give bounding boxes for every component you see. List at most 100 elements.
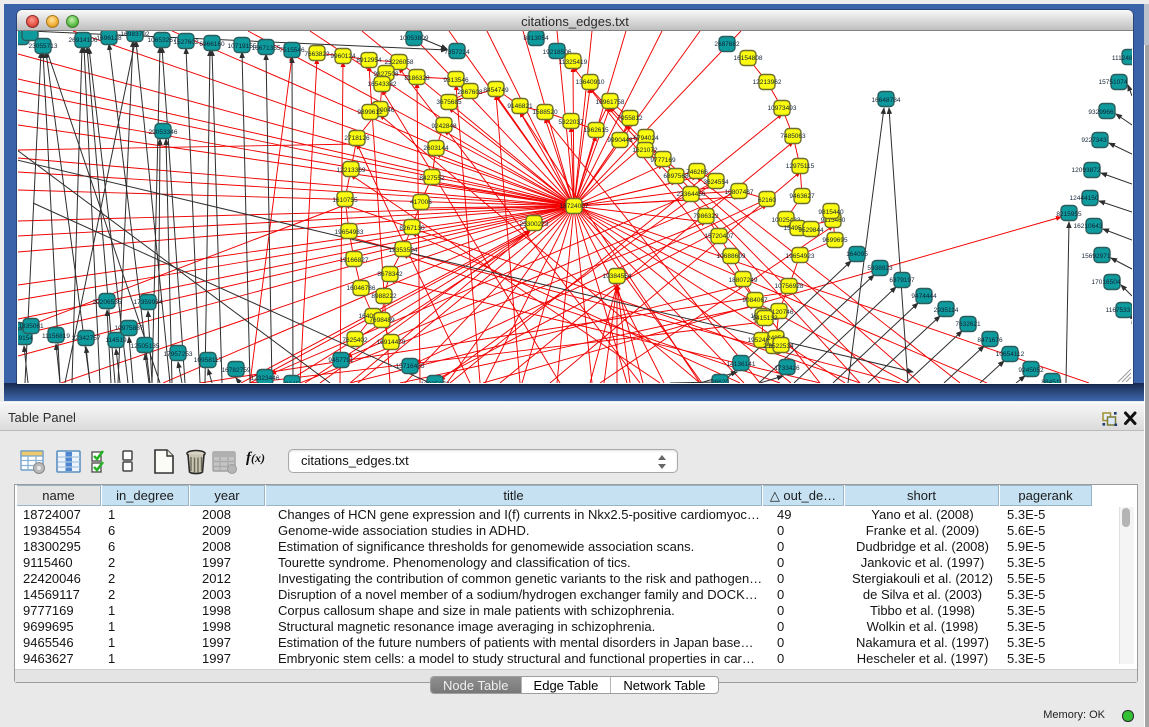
svg-text:10688609: 10688609 bbox=[717, 253, 746, 260]
svg-text:10053809: 10053809 bbox=[400, 35, 429, 42]
svg-text:746266: 746266 bbox=[686, 169, 708, 176]
svg-text:39154: 39154 bbox=[18, 335, 33, 342]
svg-text:8912954: 8912954 bbox=[356, 57, 382, 64]
svg-text:7357224: 7357224 bbox=[444, 49, 470, 56]
svg-text:8454749: 8454749 bbox=[483, 87, 509, 94]
svg-text:8427552: 8427552 bbox=[419, 175, 445, 182]
svg-text:9146821: 9146821 bbox=[507, 103, 533, 110]
svg-text:9960124: 9960124 bbox=[330, 53, 356, 60]
svg-text:12323446: 12323446 bbox=[251, 375, 280, 382]
svg-text:884511: 884511 bbox=[1041, 379, 1063, 383]
svg-text:1733426: 1733426 bbox=[774, 365, 800, 372]
svg-text:10756928: 10756928 bbox=[775, 283, 804, 290]
svg-text:14136141: 14136141 bbox=[727, 361, 756, 368]
svg-text:8988222: 8988222 bbox=[371, 293, 397, 300]
svg-text:16648784: 16648784 bbox=[872, 97, 901, 104]
svg-text:417006: 417006 bbox=[410, 199, 432, 206]
svg-text:10654112: 10654112 bbox=[996, 351, 1025, 358]
svg-text:8215955: 8215955 bbox=[1056, 211, 1082, 218]
svg-text:20206535: 20206535 bbox=[93, 299, 122, 306]
svg-text:7955812: 7955812 bbox=[617, 115, 643, 122]
svg-text:2687682: 2687682 bbox=[714, 41, 740, 48]
svg-text:8471676: 8471676 bbox=[977, 337, 1003, 344]
svg-text:3675685: 3675685 bbox=[436, 99, 462, 106]
svg-text:15751074: 15751074 bbox=[1099, 79, 1128, 86]
svg-text:16543382: 16543382 bbox=[368, 81, 397, 88]
svg-text:1362615: 1362615 bbox=[583, 127, 609, 134]
svg-text:7515546: 7515546 bbox=[279, 47, 305, 54]
svg-text:5322037: 5322037 bbox=[558, 119, 584, 126]
svg-text:15716485: 15716485 bbox=[396, 363, 425, 370]
svg-text:8678342: 8678342 bbox=[377, 271, 403, 278]
svg-text:12444150: 12444150 bbox=[1070, 195, 1099, 202]
svg-text:16961758: 16961758 bbox=[596, 99, 625, 106]
svg-text:9457791: 9457791 bbox=[328, 357, 354, 364]
svg-text:10973493: 10973493 bbox=[768, 105, 797, 112]
svg-text:16782759: 16782759 bbox=[222, 367, 251, 374]
svg-text:12975115: 12975115 bbox=[786, 163, 815, 170]
svg-text:12925373: 12925373 bbox=[421, 381, 450, 383]
svg-text:2867608: 2867608 bbox=[457, 89, 483, 96]
svg-text:2603144: 2603144 bbox=[423, 145, 449, 152]
svg-text:12505135: 12505135 bbox=[131, 343, 160, 350]
svg-text:7663822: 7663822 bbox=[304, 51, 330, 58]
svg-text:18807249: 18807249 bbox=[729, 277, 758, 284]
svg-text:164095: 164095 bbox=[846, 251, 868, 258]
svg-text:19654923: 19654923 bbox=[786, 253, 815, 260]
svg-text:1527602: 1527602 bbox=[173, 39, 199, 46]
svg-text:9084067: 9084067 bbox=[742, 297, 768, 304]
svg-text:10807487: 10807487 bbox=[725, 189, 754, 196]
svg-text:1167533: 1167533 bbox=[1106, 307, 1131, 314]
svg-text:7698489: 7698489 bbox=[369, 317, 395, 324]
svg-text:7625402: 7625402 bbox=[342, 337, 368, 344]
svg-text:9529844: 9529844 bbox=[798, 227, 824, 234]
svg-text:10958117: 10958117 bbox=[194, 357, 223, 364]
svg-text:23364456: 23364456 bbox=[677, 191, 706, 198]
svg-text:10975887: 10975887 bbox=[115, 325, 144, 332]
svg-text:16983792: 16983792 bbox=[121, 31, 150, 38]
svg-text:5938923: 5938923 bbox=[867, 265, 893, 272]
svg-text:16914479: 16914479 bbox=[377, 339, 406, 346]
svg-text:6379197: 6379197 bbox=[889, 277, 915, 284]
svg-text:17016504: 17016504 bbox=[1092, 279, 1121, 286]
svg-text:9777169: 9777169 bbox=[650, 157, 676, 164]
svg-text:12342757: 12342757 bbox=[72, 335, 101, 342]
svg-text:1621072: 1621072 bbox=[632, 147, 658, 154]
svg-text:19654983: 19654983 bbox=[335, 229, 364, 236]
svg-text:9990448: 9990448 bbox=[607, 137, 633, 144]
svg-text:96620: 96620 bbox=[711, 379, 729, 383]
svg-text:16671355: 16671355 bbox=[252, 45, 281, 52]
svg-text:9227343: 9227343 bbox=[1081, 137, 1107, 144]
svg-text:6794024: 6794024 bbox=[633, 135, 659, 142]
svg-text:1835061: 1835061 bbox=[18, 323, 44, 330]
svg-text:19166827: 19166827 bbox=[340, 257, 369, 264]
svg-text:23055713: 23055713 bbox=[29, 43, 58, 50]
svg-text:12213369: 12213369 bbox=[337, 167, 366, 174]
svg-text:8813054: 8813054 bbox=[523, 35, 549, 42]
svg-text:25300273: 25300273 bbox=[520, 221, 549, 228]
svg-text:1112481: 1112481 bbox=[1112, 55, 1132, 62]
svg-text:2522534: 2522534 bbox=[768, 343, 794, 350]
svg-text:9815440: 9815440 bbox=[818, 209, 844, 216]
svg-text:26914106: 26914106 bbox=[69, 37, 98, 44]
svg-text:9474444: 9474444 bbox=[911, 293, 937, 300]
svg-text:18724007: 18724007 bbox=[560, 203, 589, 210]
svg-text:19384554: 19384554 bbox=[603, 273, 632, 280]
svg-text:1696128: 1696128 bbox=[96, 35, 122, 42]
svg-text:11325419: 11325419 bbox=[559, 59, 588, 66]
svg-text:8267130: 8267130 bbox=[399, 225, 425, 232]
svg-text:3624554: 3624554 bbox=[703, 179, 729, 186]
svg-text:8186328: 8186328 bbox=[404, 75, 430, 82]
svg-text:17359934: 17359934 bbox=[134, 299, 163, 306]
svg-text:12213962: 12213962 bbox=[753, 79, 782, 86]
svg-text:2718126: 2718126 bbox=[344, 135, 370, 142]
svg-text:9242848: 9242848 bbox=[431, 123, 457, 130]
svg-text:1588520: 1588520 bbox=[532, 109, 558, 116]
svg-text:9463627: 9463627 bbox=[789, 193, 815, 200]
svg-text:1610755: 1610755 bbox=[332, 197, 358, 204]
svg-text:62160: 62160 bbox=[758, 197, 776, 204]
svg-text:9245: 9245 bbox=[285, 381, 300, 383]
svg-text:15720407: 15720407 bbox=[705, 233, 734, 240]
svg-text:9415132: 9415132 bbox=[752, 315, 778, 322]
svg-text:7485063: 7485063 bbox=[780, 133, 806, 140]
